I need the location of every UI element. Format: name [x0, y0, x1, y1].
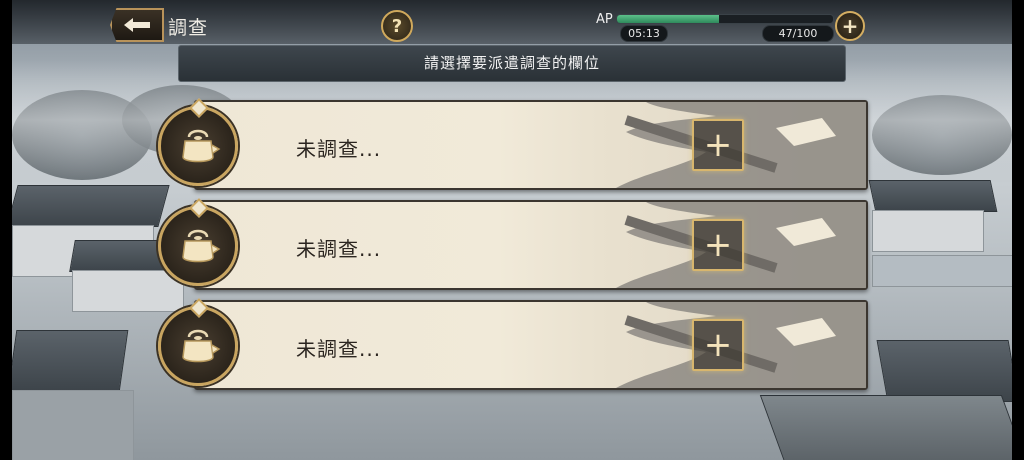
back-arrow-icon [124, 18, 150, 32]
teapot-icon [158, 306, 238, 386]
add-slot-button[interactable]: + [692, 119, 744, 171]
plus-icon: + [841, 14, 859, 38]
plus-icon: + [703, 325, 733, 365]
slot-panel: 未調查... + [194, 100, 868, 190]
slot-status: 未調查... [296, 337, 382, 361]
ap-progress-bar [616, 14, 834, 24]
investigation-slot[interactable]: 未調查... + [158, 200, 868, 290]
ap-label: AP [596, 12, 613, 27]
help-button[interactable]: ? [381, 10, 413, 42]
add-ap-button[interactable]: + [835, 11, 865, 41]
plus-icon: + [703, 125, 733, 165]
page-title: 調查 [168, 17, 209, 39]
ap-timer: 05:13 [620, 25, 668, 42]
teapot-icon [158, 106, 238, 186]
investigation-slot[interactable]: 未調查... + [158, 300, 868, 390]
slot-panel: 未調查... + [194, 200, 868, 290]
slot-panel: 未調查... + [194, 300, 868, 390]
teapot-icon [158, 206, 238, 286]
slot-status: 未調查... [296, 137, 382, 161]
game-screen: 調查 ? AP 05:13 47/100 + 請選擇要派遣調查的欄位 未調查..… [12, 0, 1012, 460]
slot-status: 未調查... [296, 237, 382, 261]
investigation-slot[interactable]: 未調查... + [158, 100, 868, 190]
ap-count: 47/100 [762, 25, 834, 42]
add-slot-button[interactable]: + [692, 319, 744, 371]
back-button[interactable] [110, 8, 164, 42]
ap-progress-fill [617, 15, 719, 23]
top-bar: 調查 ? AP 05:13 47/100 + [12, 0, 1012, 44]
question-icon: ? [391, 15, 403, 37]
instruction-banner: 請選擇要派遣調查的欄位 [178, 45, 846, 82]
add-slot-button[interactable]: + [692, 219, 744, 271]
plus-icon: + [703, 225, 733, 265]
